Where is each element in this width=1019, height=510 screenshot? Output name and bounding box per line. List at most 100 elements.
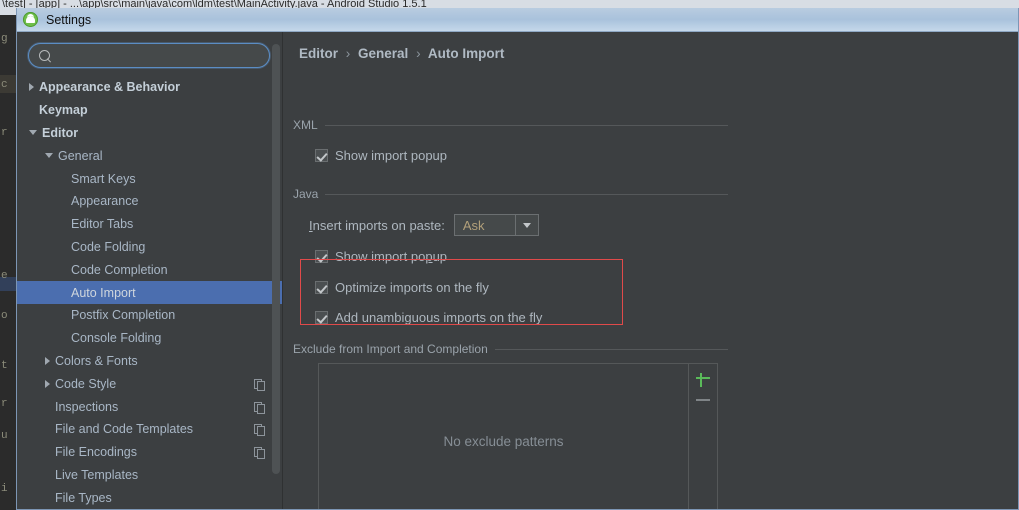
exclude-empty-message: No exclude patterns	[443, 434, 563, 449]
breadcrumb-separator-icon: ›	[346, 46, 351, 61]
chevron-right-icon[interactable]	[45, 357, 50, 365]
sidebar-item-appearance-behavior[interactable]: Appearance & Behavior	[17, 76, 282, 99]
exclude-patterns-panel: No exclude patterns	[318, 363, 718, 510]
sidebar-item-smart-keys[interactable]: Smart Keys	[17, 167, 282, 190]
ide-text-fragment: i	[1, 483, 8, 495]
ide-text-fragment: c	[1, 79, 8, 91]
ide-text-fragment: u	[1, 430, 8, 442]
screen: \test] - [app] - ...\app\src\main\java\c…	[0, 0, 1019, 510]
section-label-xml: XML	[293, 118, 325, 132]
sidebar-item-label: Smart Keys	[71, 172, 136, 186]
sidebar-item-colors-fonts[interactable]: Colors & Fonts	[17, 350, 282, 373]
ide-text-fragment: g	[1, 33, 8, 45]
android-studio-icon	[23, 12, 38, 27]
sidebar-item-label: General	[58, 149, 102, 163]
sidebar-item-editor[interactable]: Editor	[17, 122, 282, 145]
sidebar-item-label: Editor	[42, 126, 78, 140]
project-scope-icon	[254, 447, 264, 457]
dropdown-value: Ask	[455, 215, 515, 235]
settings-sidebar: Appearance & Behavior Keymap Editor General…	[17, 32, 283, 510]
sidebar-item-label: Editor Tabs	[71, 217, 133, 231]
sidebar-scrollbar[interactable]	[272, 44, 280, 474]
chevron-down-icon[interactable]	[515, 215, 538, 235]
section-divider	[325, 125, 728, 126]
chevron-right-icon[interactable]	[29, 83, 34, 91]
checkbox-xml-show-import-popup[interactable]: Show import popup	[315, 148, 447, 163]
checkbox-optimize-imports-on-the-fly[interactable]: Optimize imports on the fly	[315, 280, 489, 295]
sidebar-item-file-types[interactable]: File Types	[17, 486, 282, 509]
project-scope-icon	[254, 402, 264, 412]
mnemonic-letter: p	[425, 249, 432, 264]
checkbox-box-icon[interactable]	[315, 149, 328, 162]
ide-text-fragment: r	[1, 398, 8, 410]
search-icon	[39, 50, 50, 61]
insert-imports-label: Insert imports on paste:	[309, 218, 445, 233]
sidebar-item-auto-import[interactable]: Auto Import	[17, 281, 282, 304]
sidebar-item-label: Appearance & Behavior	[39, 80, 180, 94]
sidebar-item-code-style[interactable]: Code Style	[17, 372, 282, 395]
checkbox-java-show-import-popup[interactable]: Show import popup	[315, 249, 447, 264]
section-header-java: Java	[293, 187, 728, 201]
sidebar-item-inspections[interactable]: Inspections	[17, 395, 282, 418]
dialog-titlebar: Settings	[17, 8, 1018, 32]
sidebar-item-keymap[interactable]: Keymap	[17, 99, 282, 122]
sidebar-item-label: Inspections	[55, 400, 118, 414]
add-pattern-button[interactable]	[694, 369, 712, 387]
sidebar-item-label: File Encodings	[55, 445, 137, 459]
breadcrumb-part-editor[interactable]: Editor	[299, 46, 338, 61]
sidebar-item-label: Colors & Fonts	[55, 354, 138, 368]
sidebar-item-label: File and Code Templates	[55, 422, 193, 436]
checkbox-label: Show import popup	[335, 249, 447, 264]
checkbox-label: Optimize imports on the fly	[335, 280, 489, 295]
remove-pattern-button[interactable]	[694, 391, 712, 409]
checkbox-label-before: Show import po	[335, 249, 425, 264]
insert-imports-label-rest: nsert imports on paste:	[313, 218, 445, 233]
sidebar-item-live-templates[interactable]: Live Templates	[17, 464, 282, 487]
exclude-toolbar	[688, 364, 717, 510]
ide-text-fragment: t	[1, 360, 8, 372]
insert-imports-on-paste-row: Insert imports on paste: Ask	[309, 214, 539, 236]
project-scope-icon	[254, 424, 264, 434]
checkbox-box-icon[interactable]	[315, 311, 328, 324]
sidebar-item-label: Code Style	[55, 377, 116, 391]
search-input[interactable]	[56, 47, 260, 66]
settings-dialog: Settings Appearance & Behavior Keymap Edit…	[16, 8, 1019, 510]
dialog-title: Settings	[46, 13, 91, 27]
sidebar-item-label: Code Completion	[71, 263, 168, 277]
section-label-java: Java	[293, 187, 325, 201]
ide-text-fragment: o	[1, 310, 8, 322]
ide-text-fragment: e	[1, 270, 8, 282]
dialog-body: Appearance & Behavior Keymap Editor General…	[17, 32, 1018, 510]
sidebar-item-label: Code Folding	[71, 240, 145, 254]
sidebar-item-label: Postfix Completion	[71, 308, 175, 322]
sidebar-item-general[interactable]: General	[17, 144, 282, 167]
section-label-exclude: Exclude from Import and Completion	[293, 342, 495, 356]
sidebar-item-postfix-completion[interactable]: Postfix Completion	[17, 304, 282, 327]
chevron-down-icon[interactable]	[45, 153, 53, 158]
breadcrumb-part-auto-import: Auto Import	[428, 46, 505, 61]
breadcrumb-part-general[interactable]: General	[358, 46, 408, 61]
section-divider	[325, 194, 728, 195]
project-scope-icon	[254, 379, 264, 389]
search-box[interactable]	[28, 43, 270, 68]
settings-tree[interactable]: Appearance & Behavior Keymap Editor General…	[17, 76, 282, 510]
sidebar-item-label: Console Folding	[71, 331, 161, 345]
sidebar-item-file-encodings[interactable]: File Encodings	[17, 441, 282, 464]
chevron-down-icon[interactable]	[29, 130, 37, 135]
sidebar-item-label: File Types	[55, 491, 112, 505]
sidebar-item-code-folding[interactable]: Code Folding	[17, 236, 282, 259]
section-header-exclude: Exclude from Import and Completion	[293, 342, 728, 356]
sidebar-item-label: Auto Import	[71, 286, 136, 300]
exclude-patterns-list[interactable]: No exclude patterns	[319, 364, 688, 510]
sidebar-item-editor-tabs[interactable]: Editor Tabs	[17, 213, 282, 236]
chevron-right-icon[interactable]	[45, 380, 50, 388]
sidebar-item-console-folding[interactable]: Console Folding	[17, 327, 282, 350]
sidebar-item-file-and-code-templates[interactable]: File and Code Templates	[17, 418, 282, 441]
sidebar-item-code-completion[interactable]: Code Completion	[17, 258, 282, 281]
sidebar-item-appearance[interactable]: Appearance	[17, 190, 282, 213]
checkbox-add-unambiguous-imports-on-the-fly[interactable]: Add unambiguous imports on the fly	[315, 310, 542, 325]
insert-imports-dropdown[interactable]: Ask	[454, 214, 539, 236]
checkbox-box-icon[interactable]	[315, 281, 328, 294]
checkbox-box-icon[interactable]	[315, 250, 328, 263]
breadcrumb: Editor › General › Auto Import	[299, 46, 504, 61]
